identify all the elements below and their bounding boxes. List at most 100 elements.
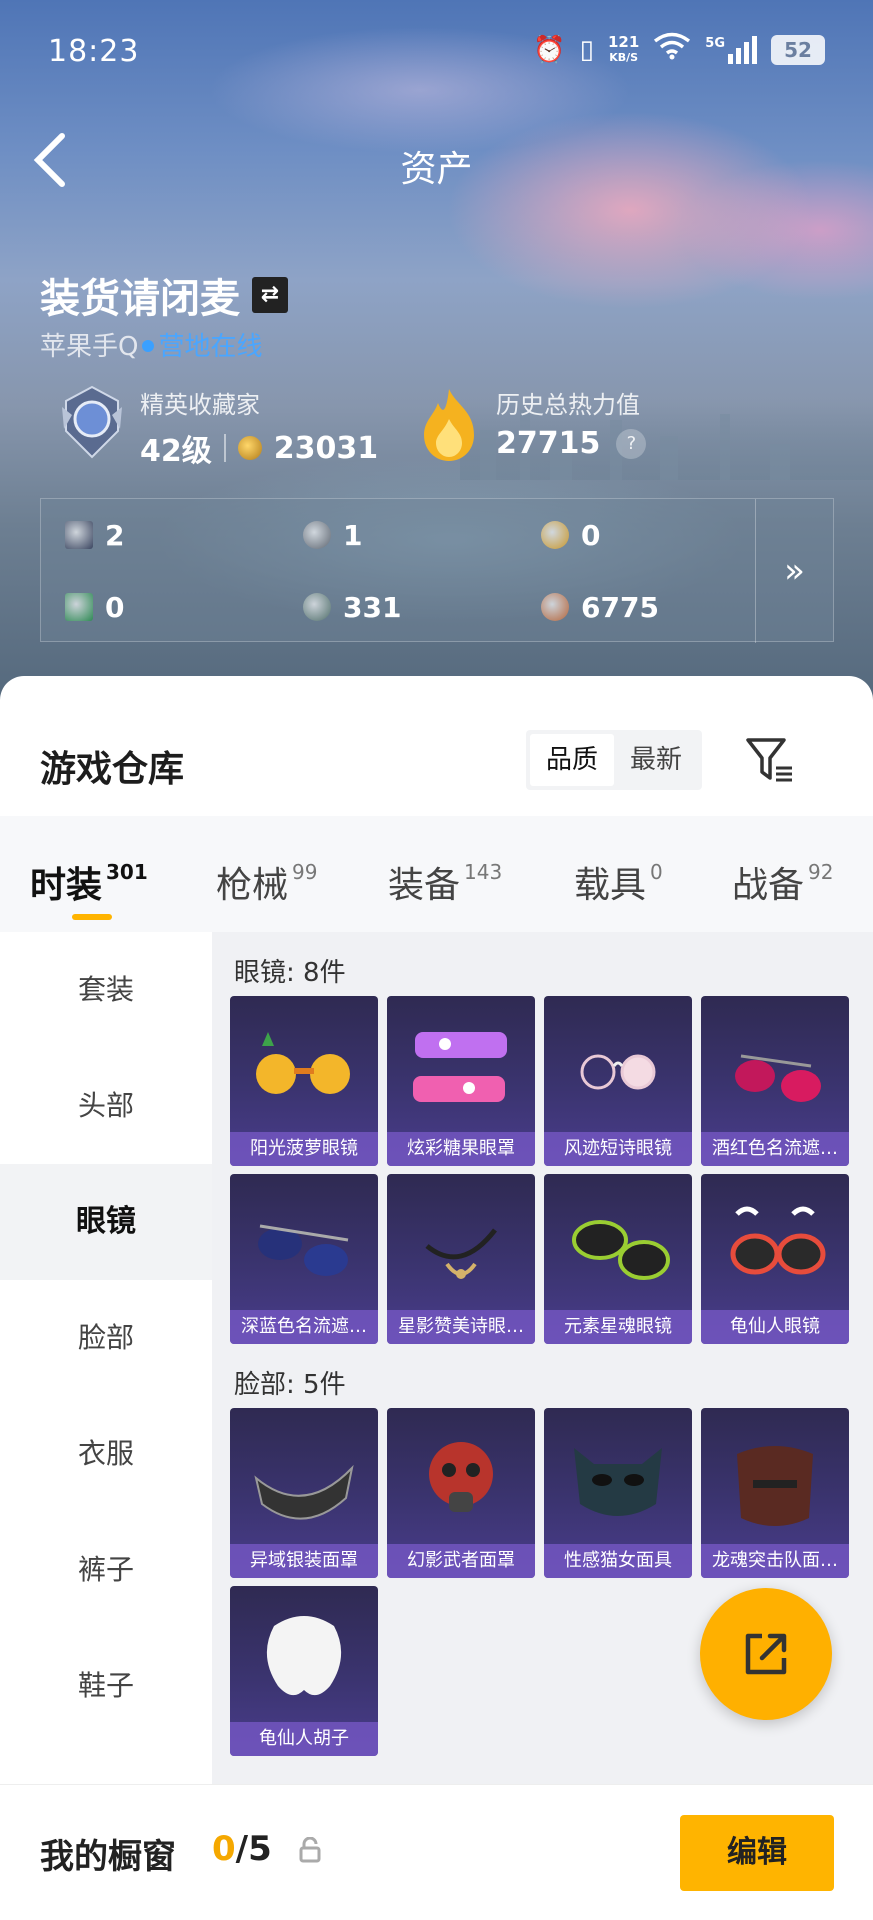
category-item[interactable]: 衣服	[0, 1396, 212, 1512]
filter-icon[interactable]	[744, 734, 796, 786]
wifi-icon	[653, 32, 691, 67]
share-icon	[745, 1633, 787, 1675]
heat-label: 历史总热力值	[496, 391, 640, 419]
item-art	[730, 1206, 826, 1275]
item-card[interactable]: 星影赞美诗眼…	[387, 1174, 535, 1344]
page-title: 资产	[400, 149, 473, 190]
edit-button[interactable]: 编辑	[680, 1815, 834, 1891]
tab-vehicles[interactable]: 载具 0	[574, 856, 663, 908]
category-item[interactable]: 脸部	[0, 1280, 212, 1396]
currency-value: 6775	[581, 590, 659, 624]
item-name: 炫彩糖果眼罩	[387, 1132, 535, 1166]
showcase-bar: 我的橱窗 0/5 编辑	[0, 1784, 873, 1920]
currency-icon	[65, 521, 93, 549]
platform-status: 苹果手Q 营地在线	[40, 332, 263, 362]
item-art	[256, 1032, 350, 1094]
username: 装货请闭麦 ⇄	[40, 266, 288, 324]
item-name: 龟仙人胡子	[230, 1722, 378, 1756]
currency-value: 331	[343, 590, 402, 624]
currency-item: 2	[65, 499, 303, 571]
currency-panel: 2 1 0 0 331 6775 »	[40, 498, 834, 643]
item-name: 星影赞美诗眼…	[387, 1310, 535, 1344]
currency-item: 331	[303, 571, 541, 643]
currency-icon	[303, 593, 331, 621]
tab-combat-gear[interactable]: 战备 92	[732, 856, 833, 908]
item-card[interactable]: 异域银装面罩	[230, 1408, 378, 1578]
item-card[interactable]: 龟仙人眼镜	[701, 1174, 849, 1344]
status-time: 18:23	[48, 34, 140, 69]
rank-emblem-icon	[62, 385, 122, 459]
vibrate-icon: ▯	[579, 34, 594, 65]
item-art	[737, 1446, 813, 1526]
item-name: 幻影武者面罩	[387, 1544, 535, 1578]
item-art	[258, 1224, 349, 1276]
item-card[interactable]: 龟仙人胡子	[230, 1586, 378, 1756]
status-icons: ⏰ ▯ 121 KB/S 5G 52	[533, 32, 825, 67]
category-item[interactable]: 裤子	[0, 1512, 212, 1628]
item-name: 酒红色名流遮…	[701, 1132, 849, 1166]
signal-icon: 5G	[705, 35, 757, 64]
currency-value: 0	[105, 590, 125, 624]
online-dot	[142, 340, 155, 352]
heat-block[interactable]: 历史总热力值 27715 ?	[416, 385, 647, 465]
item-card[interactable]: 阳光菠萝眼镜	[230, 996, 378, 1166]
item-card[interactable]: 深蓝色名流遮…	[230, 1174, 378, 1344]
currency-value: 2	[105, 518, 125, 552]
category-item[interactable]: 套装	[0, 932, 212, 1048]
item-name: 风迹短诗眼镜	[544, 1132, 692, 1166]
showcase-count: 0/5	[212, 1829, 272, 1869]
share-button[interactable]	[700, 1588, 832, 1720]
item-name: 异域银装面罩	[230, 1544, 378, 1578]
lock-icon	[299, 1837, 321, 1863]
category-item[interactable]: 头部	[0, 1048, 212, 1164]
section-title: 眼镜: 8件	[234, 958, 346, 988]
sort-quality[interactable]: 品质	[530, 734, 614, 786]
item-card[interactable]: 幻影武者面罩	[387, 1408, 535, 1578]
item-name: 深蓝色名流遮…	[230, 1310, 378, 1344]
more-currency-button[interactable]: »	[755, 499, 833, 643]
swap-account-icon[interactable]: ⇄	[252, 277, 288, 313]
currency-value: 0	[581, 518, 601, 552]
warehouse-title: 游戏仓库	[40, 749, 185, 790]
item-art	[413, 1032, 507, 1102]
item-name: 龟仙人眼镜	[701, 1310, 849, 1344]
tab-underline	[72, 914, 112, 920]
item-name: 阳光菠萝眼镜	[230, 1132, 378, 1166]
item-card[interactable]: 炫彩糖果眼罩	[387, 996, 535, 1166]
help-icon[interactable]: ?	[616, 428, 647, 459]
status-bar: 18:23 ⏰ ▯ 121 KB/S 5G 52	[0, 0, 873, 100]
item-card[interactable]: 元素星魂眼镜	[544, 1174, 692, 1344]
item-art	[572, 1220, 670, 1280]
item-art	[429, 1442, 493, 1512]
item-name: 元素星魂眼镜	[544, 1310, 692, 1344]
item-card[interactable]: 酒红色名流遮…	[701, 996, 849, 1166]
item-card[interactable]: 性感猫女面具	[544, 1408, 692, 1578]
item-card[interactable]: 龙魂突击队面…	[701, 1408, 849, 1578]
item-name: 性感猫女面具	[544, 1544, 692, 1578]
sort-toggle: 品质 最新	[526, 730, 702, 790]
tab-fashion[interactable]: 时装 301	[30, 856, 148, 908]
item-art	[425, 1228, 497, 1279]
category-item[interactable]: 鞋子	[0, 1628, 212, 1744]
side-categories: 套装 头部 眼镜 脸部 衣服 裤子 鞋子	[0, 932, 212, 1812]
tab-guns[interactable]: 枪械 99	[216, 856, 317, 908]
item-art	[254, 1464, 354, 1520]
coin-count: 23031	[273, 430, 379, 466]
alarm-icon: ⏰	[533, 34, 566, 65]
item-art	[266, 1616, 342, 1696]
currency-item: 6775	[541, 571, 765, 643]
currency-value: 1	[343, 518, 363, 552]
coin-icon	[237, 436, 262, 460]
currency-icon	[541, 593, 569, 621]
sort-newest[interactable]: 最新	[614, 734, 698, 786]
item-card[interactable]: 风迹短诗眼镜	[544, 996, 692, 1166]
rank-title: 精英收藏家	[140, 391, 260, 419]
currency-item: 1	[303, 499, 541, 571]
heat-value: 27715	[496, 426, 601, 461]
currency-item: 0	[541, 499, 765, 571]
currency-icon	[541, 521, 569, 549]
rank-block[interactable]: 精英收藏家 42级 23031	[58, 385, 378, 470]
tab-gear[interactable]: 装备 143	[388, 856, 502, 908]
item-art	[735, 1054, 821, 1102]
category-item[interactable]: 眼镜	[0, 1164, 212, 1280]
